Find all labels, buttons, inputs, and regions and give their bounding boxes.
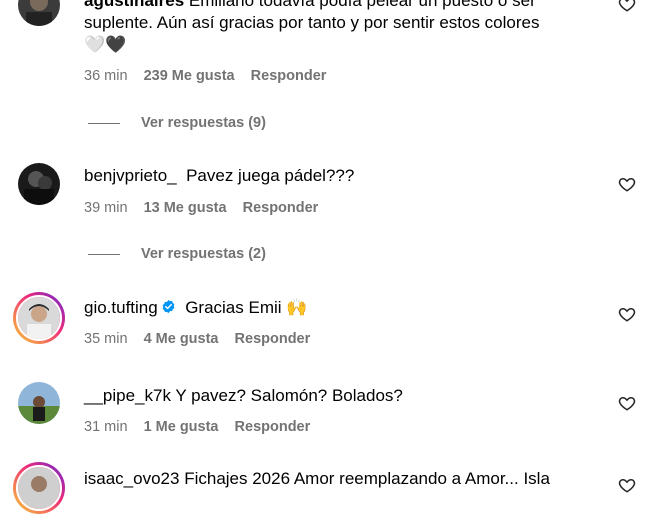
avatar-image (18, 163, 60, 205)
comment-likes[interactable]: 239 Me gusta (144, 68, 235, 84)
comment-username[interactable]: __pipe_k7k (84, 386, 171, 405)
view-replies-label: Ver respuestas (9) (141, 115, 266, 131)
view-replies-button[interactable]: Ver respuestas (2) (88, 246, 266, 262)
heart-outline-icon[interactable] (618, 305, 636, 323)
avatar (16, 465, 62, 511)
heart-outline-icon[interactable] (618, 0, 636, 13)
comment-text-continued: suplente. Aún así gracias por tanto y po… (84, 13, 540, 32)
comment-username[interactable]: benjvprieto_ (84, 166, 177, 185)
comment-text: Y pavez? Salomón? Bolados? (175, 386, 403, 405)
comment-meta: 31 min 1 Me gusta Responder (84, 419, 322, 435)
comment-time: 39 min (84, 200, 128, 216)
avatar (16, 295, 62, 341)
comment-text: Emiliano todavía podía pelear un puesto … (188, 0, 536, 10)
heart-outline-icon[interactable] (618, 394, 636, 412)
avatar-image (18, 467, 60, 509)
heart-outline-icon[interactable] (618, 476, 636, 494)
comment-username[interactable]: agustinalres (84, 0, 184, 10)
comment-time: 36 min (84, 68, 128, 84)
avatar[interactable] (18, 382, 60, 424)
comment-likes[interactable]: 4 Me gusta (144, 331, 219, 347)
comment-text: Fichajes 2026 Amor reemplazando a Amor..… (184, 469, 550, 488)
verified-badge-icon (162, 299, 175, 314)
heart-outline-icon[interactable] (618, 175, 636, 193)
avatar-story-ring[interactable] (13, 292, 65, 344)
comment-body: __pipe_k7k Y pavez? Salomón? Bolados? (84, 385, 604, 407)
avatar[interactable] (18, 163, 60, 205)
avatar[interactable] (18, 0, 60, 26)
reply-button[interactable]: Responder (235, 419, 311, 435)
avatar-image (18, 382, 60, 424)
comment-body: gio.tufting Gracias Emii 🙌 (84, 297, 604, 319)
comment-username[interactable]: isaac_ovo23 (84, 469, 179, 488)
comment-body: agustinalres Emiliano todavía podía pele… (84, 0, 604, 56)
reply-button[interactable]: Responder (243, 200, 319, 216)
comment-time: 31 min (84, 419, 128, 435)
comment-text: Pavez juega pádel??? (186, 166, 355, 185)
avatar-image (18, 297, 60, 339)
comment-likes[interactable]: 13 Me gusta (144, 200, 227, 216)
comment-meta: 35 min 4 Me gusta Responder (84, 331, 322, 347)
view-replies-label: Ver respuestas (2) (141, 246, 266, 262)
reply-button[interactable]: Responder (235, 331, 311, 347)
comment-username[interactable]: gio.tufting (84, 298, 158, 317)
comment-body: benjvprieto_ Pavez juega pádel??? (84, 165, 604, 187)
divider-line (88, 253, 120, 255)
reply-button[interactable]: Responder (251, 68, 327, 84)
avatar-story-ring[interactable] (13, 462, 65, 514)
comment-text: Gracias Emii (185, 298, 282, 317)
view-replies-button[interactable]: Ver respuestas (9) (88, 115, 266, 131)
comment-meta: 36 min 239 Me gusta Responder (84, 68, 338, 84)
comment-time: 35 min (84, 331, 128, 347)
comment-emojis: 🤍🖤 (84, 35, 127, 55)
comment-emoji: 🙌 (286, 298, 308, 318)
comment-likes[interactable]: 1 Me gusta (144, 419, 219, 435)
comment-meta: 39 min 13 Me gusta Responder (84, 200, 330, 216)
divider-line (88, 122, 120, 124)
avatar-image (18, 0, 60, 26)
